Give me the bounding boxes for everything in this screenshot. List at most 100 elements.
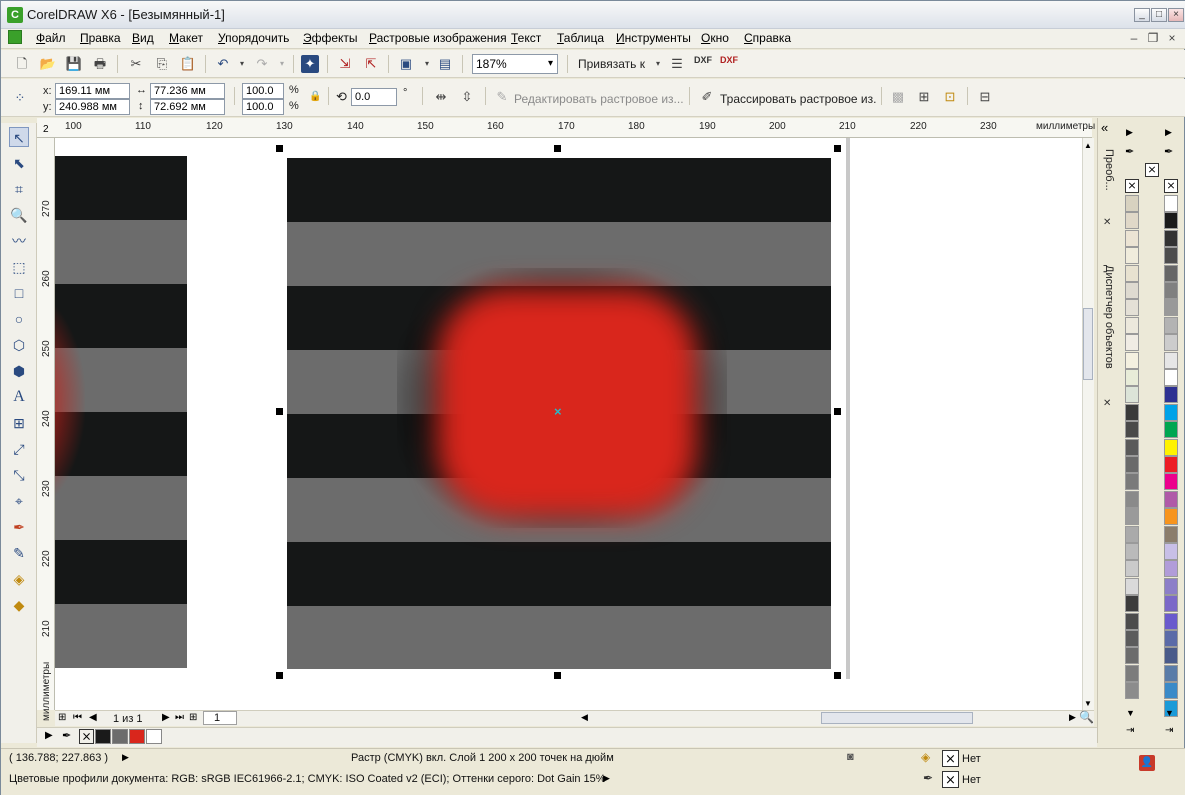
color-swatch[interactable] (1125, 630, 1139, 647)
import-icon[interactable]: ⇲ (336, 55, 354, 73)
lock-ratio-icon[interactable]: 🔒 (309, 91, 321, 102)
zoom-level-select[interactable]: 187% ▾ (472, 54, 558, 74)
welcome-screen-icon[interactable]: ▤ (436, 55, 454, 73)
color-swatch[interactable] (1164, 229, 1178, 247)
selection-handle[interactable] (276, 672, 283, 679)
color-swatch[interactable] (1164, 264, 1178, 282)
color-swatch[interactable] (1125, 264, 1139, 282)
options-icon[interactable]: ☰ (668, 55, 686, 73)
object-origin-icon[interactable]: ⁘ (11, 89, 29, 107)
close-button[interactable]: × (1168, 8, 1184, 22)
height-input[interactable]: 72.692 мм (150, 99, 225, 115)
y-position-input[interactable]: 240.988 мм (55, 99, 130, 115)
selection-handle[interactable] (834, 408, 841, 415)
rectangle-tool-icon[interactable]: □ (9, 283, 29, 303)
copy-icon[interactable]: ⎘ (153, 55, 171, 73)
selection-handle[interactable] (834, 672, 841, 679)
scale-width-input[interactable]: 100.0 (242, 83, 284, 99)
color-swatch[interactable] (1125, 229, 1139, 247)
basic-shapes-icon[interactable]: ⬢ (9, 361, 29, 381)
palette-play-icon[interactable]: ▶ (45, 730, 53, 741)
coords-flyout-icon[interactable]: ▶ (122, 752, 129, 763)
menu-layout[interactable]: Макет (169, 31, 203, 45)
selection-handle[interactable] (276, 145, 283, 152)
menu-text[interactable]: Текст (511, 31, 541, 45)
scroll-right-icon[interactable]: ▶ (1069, 712, 1076, 723)
scroll-up-icon[interactable]: ▲ (1083, 141, 1093, 150)
edit-bitmap-button[interactable]: Редактировать растровое из... (514, 92, 684, 106)
first-page-icon[interactable]: ⏮ (73, 712, 82, 723)
export-icon[interactable]: ⇱ (362, 55, 380, 73)
color-swatch[interactable] (1164, 299, 1178, 317)
color-swatch[interactable] (1164, 612, 1178, 630)
color-swatch[interactable] (1125, 456, 1139, 473)
palette-flyout-icon[interactable]: ▶ (1126, 127, 1133, 138)
next-page-icon[interactable]: ▶ (162, 712, 170, 723)
zoom-navigator-icon[interactable]: 🔍 (1079, 710, 1094, 724)
eyedropper-tool-icon[interactable]: ✒ (9, 517, 29, 537)
smart-fill-icon[interactable]: ⬚ (9, 257, 29, 277)
color-swatch[interactable] (1125, 212, 1139, 230)
profiles-flyout-icon[interactable]: ▶ (603, 773, 610, 784)
interactive-fill-icon[interactable]: ◆ (9, 595, 29, 615)
undo-dropdown-icon[interactable]: ▾ (233, 55, 251, 73)
color-swatch[interactable] (1125, 595, 1139, 613)
resample-icon[interactable]: ⊞ (915, 88, 933, 106)
undo-icon[interactable]: ↶ (214, 55, 232, 73)
scale-height-input[interactable]: 100.0 (242, 99, 284, 115)
selection-handle[interactable] (276, 408, 283, 415)
connector-tool-icon[interactable]: ⤡ (9, 465, 29, 485)
trace-bitmap-button[interactable]: Трассировать растровое из. (720, 92, 876, 106)
palette-scroll-down-icon[interactable]: ▼ (1126, 708, 1135, 718)
color-swatch[interactable] (1125, 525, 1139, 543)
page-tab[interactable]: 1 (203, 711, 237, 725)
color-swatch[interactable] (1125, 612, 1139, 630)
color-swatch[interactable] (1125, 195, 1139, 212)
vertical-scroll-thumb[interactable] (1083, 308, 1093, 380)
color-swatch[interactable] (1125, 490, 1139, 508)
selection-handle[interactable] (834, 145, 841, 152)
menu-window[interactable]: Окно (701, 31, 729, 45)
x-position-input[interactable]: 169.11 мм (55, 83, 130, 99)
add-page-after-icon[interactable]: ⊞ (189, 712, 197, 723)
vertical-scrollbar[interactable] (1082, 138, 1094, 710)
color-swatch[interactable] (1164, 630, 1178, 647)
color-swatch[interactable] (1164, 595, 1178, 613)
dxf-import-button[interactable]: DXF (720, 55, 738, 65)
color-swatch[interactable] (1164, 577, 1178, 595)
freehand-tool-icon[interactable]: 〰 (9, 231, 29, 251)
crop-bitmap-icon[interactable]: ▩ (889, 88, 907, 106)
no-color-swatch[interactable]: ⨯ (79, 729, 94, 744)
blend-tool-icon[interactable]: ⌖ (9, 491, 29, 511)
document-color-swatch[interactable] (146, 729, 162, 744)
docker-tab-close-icon[interactable]: ✕ (1103, 398, 1111, 409)
fill-tool-icon[interactable]: ◈ (9, 569, 29, 589)
last-page-icon[interactable]: ⏭ (175, 712, 184, 723)
color-swatch[interactable] (1164, 334, 1178, 352)
selection-handle[interactable] (554, 145, 561, 152)
dimension-tool-icon[interactable]: ⤢ (9, 439, 29, 459)
color-swatch[interactable] (1164, 212, 1178, 230)
mirror-horizontal-icon[interactable]: ⇹ (432, 88, 450, 106)
eyedropper-icon[interactable]: ✒ (1164, 145, 1173, 158)
doc-minimize-button[interactable]: – (1127, 31, 1141, 45)
no-color-swatch[interactable]: ⨯ (1145, 163, 1159, 177)
redo-icon[interactable]: ↷ (253, 55, 271, 73)
polygon-tool-icon[interactable]: ⬡ (9, 335, 29, 355)
horizontal-scroll-thumb[interactable] (821, 712, 973, 724)
color-swatch[interactable] (1125, 647, 1139, 665)
color-swatch[interactable] (1125, 473, 1139, 491)
new-document-icon[interactable]: 🗋 (13, 55, 31, 73)
eyedropper-icon[interactable]: ✒ (1125, 145, 1134, 158)
search-content-icon[interactable]: ✦ (301, 55, 319, 73)
color-swatch[interactable] (1164, 403, 1178, 421)
pick-tool-icon[interactable]: ↖ (9, 127, 29, 147)
color-swatch[interactable] (1125, 316, 1139, 334)
selection-handle[interactable] (554, 672, 561, 679)
dxf-export-button[interactable]: DXF (694, 55, 712, 65)
open-icon[interactable]: 📂 (39, 55, 57, 73)
width-input[interactable]: 77.236 мм (150, 83, 225, 99)
doc-close-button[interactable]: × (1165, 31, 1179, 45)
color-swatch[interactable] (1164, 682, 1178, 700)
bitmap-color-mask-icon[interactable]: ⊡ (941, 88, 959, 106)
